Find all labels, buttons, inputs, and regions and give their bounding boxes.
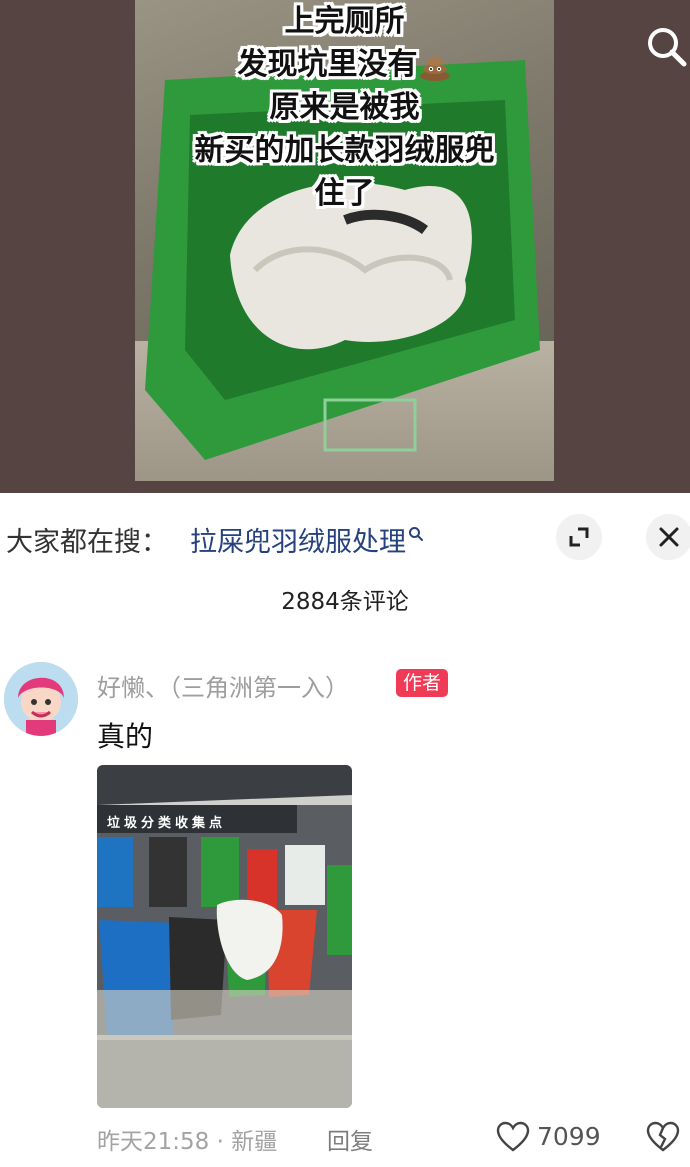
comment-time: 昨天21:58 [97, 1129, 210, 1155]
video-player[interactable]: 上完厕所 发现坑里没有 原来是被我 新买的加长款羽绒服兜 住了 [0, 0, 690, 493]
comment-username[interactable]: 好懒、（三角洲第一入） [97, 668, 349, 703]
close-icon[interactable] [646, 514, 690, 560]
trending-query-link[interactable]: 拉屎兜羽绒服处理 [190, 520, 424, 559]
reply-button[interactable]: 回复 [327, 1122, 373, 1156]
comment-meta: 昨天21:58 · 新疆 [97, 1122, 277, 1156]
comment-photo[interactable]: 垃圾分类收集点 [97, 765, 352, 1108]
caption-line: 发现坑里没有 [135, 43, 554, 86]
expand-icon[interactable] [556, 514, 602, 560]
comment-count: 2884条评论 [281, 589, 409, 615]
broken-heart-icon[interactable] [646, 1121, 680, 1153]
search-icon [409, 527, 423, 541]
avatar[interactable] [4, 662, 78, 736]
comment-location: 新疆 [231, 1129, 278, 1155]
meta-separator: · [216, 1129, 224, 1155]
like-count: 7099 [537, 1122, 601, 1151]
comment-text: 真的 [97, 720, 154, 753]
photo-sign-text: 垃圾分类收集点 [107, 816, 227, 831]
caption-line: 原来是被我 [269, 90, 420, 125]
caption-line: 新买的加长款羽绒服兜 [194, 133, 495, 168]
trending-label: 大家都在搜： [6, 527, 168, 558]
caption-line: 住了 [314, 176, 375, 211]
caption-line: 上完厕所 [284, 4, 405, 39]
video-frame[interactable]: 上完厕所 发现坑里没有 原来是被我 新买的加长款羽绒服兜 住了 [135, 0, 554, 481]
author-badge: 作者 [396, 669, 449, 697]
poop-emoji-icon [419, 51, 450, 81]
search-icon[interactable] [644, 24, 688, 68]
video-caption: 上完厕所 发现坑里没有 原来是被我 新买的加长款羽绒服兜 住了 [135, 0, 554, 215]
heart-outline-icon[interactable] [496, 1121, 530, 1153]
